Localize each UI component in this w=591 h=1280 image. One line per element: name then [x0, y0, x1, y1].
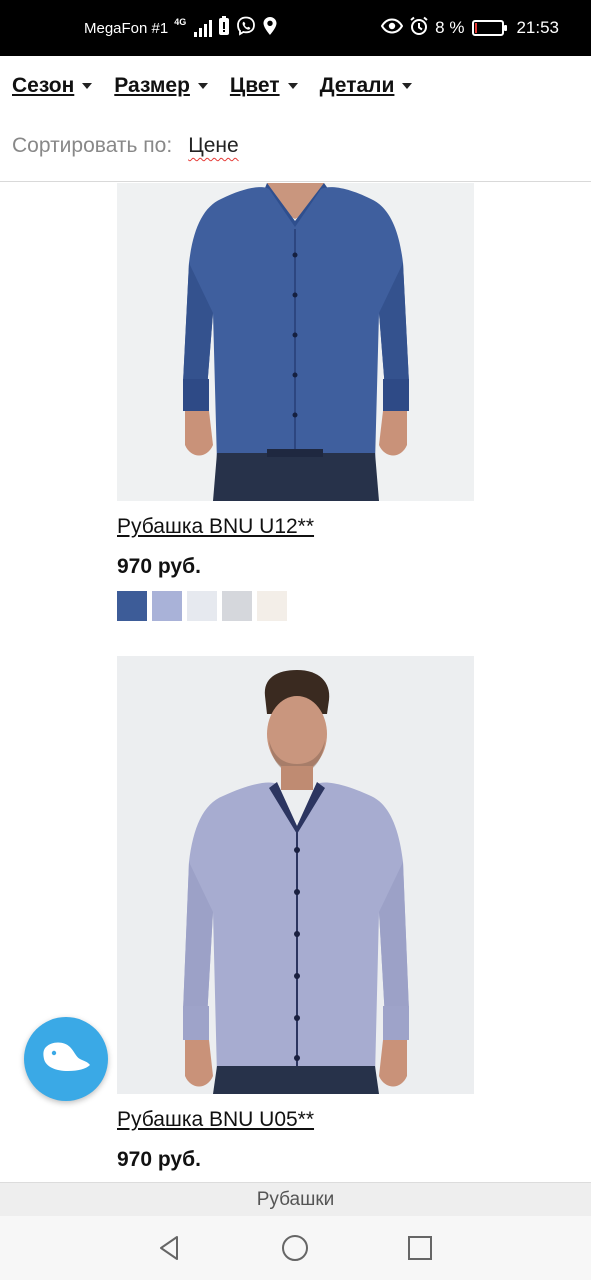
color-swatch[interactable]	[222, 591, 252, 621]
recents-icon	[408, 1236, 432, 1260]
filter-details-dropdown[interactable]: Детали	[320, 74, 413, 98]
filter-size-dropdown[interactable]: Размер	[114, 74, 208, 98]
caret-down-icon	[82, 83, 93, 89]
battery-icon	[472, 20, 508, 36]
sort-label: Сортировать по:	[12, 134, 173, 157]
filter-details-label: Детали	[319, 74, 395, 97]
filter-season-label: Сезон	[12, 74, 75, 97]
chat-bubble-icon	[43, 1042, 90, 1071]
battery-alert-icon	[218, 16, 230, 40]
product-name-link[interactable]: Рубашка BNU U12**	[117, 515, 474, 539]
category-label: Рубашки	[256, 1188, 335, 1210]
product-card: Рубашка BNU U05** 970 руб.	[117, 656, 474, 1182]
sort-by-price-link[interactable]: Цене	[188, 134, 239, 158]
product-price: 970 руб.	[117, 1148, 201, 1171]
color-swatch[interactable]	[152, 591, 182, 621]
back-button[interactable]	[151, 1230, 187, 1266]
sort-row: Сортировать по: Цене	[12, 134, 239, 158]
recents-button[interactable]	[402, 1230, 438, 1266]
color-swatch[interactable]	[187, 591, 217, 621]
filter-color-label: Цвет	[229, 74, 280, 97]
filter-size-label: Размер	[114, 74, 190, 97]
clock: 21:53	[516, 18, 559, 37]
signal-icon	[194, 19, 213, 37]
product-photo[interactable]	[117, 656, 474, 1094]
viber-icon	[236, 16, 256, 40]
filter-color-dropdown[interactable]: Цвет	[230, 74, 298, 98]
color-swatch[interactable]	[257, 591, 287, 621]
filter-season-dropdown[interactable]: Сезон	[12, 74, 93, 98]
status-left: MegaFon #1 4G	[84, 0, 278, 56]
eye-icon	[380, 17, 404, 39]
battery-percent: 8 %	[435, 18, 465, 37]
status-right: 8 % 21:53	[380, 0, 559, 56]
location-icon	[262, 16, 278, 40]
status-bar: MegaFon #1 4G 8 % 21:53	[0, 0, 591, 56]
caret-down-icon	[197, 83, 208, 89]
caret-down-icon	[287, 83, 298, 89]
product-card: Рубашка BNU U12** 970 руб.	[117, 183, 474, 621]
category-footer: Рубашки	[0, 1182, 591, 1216]
color-swatches	[117, 591, 474, 621]
filter-panel: Сезон Размер Цвет Детали Сортировать по:…	[0, 56, 591, 182]
home-button[interactable]	[277, 1230, 313, 1266]
home-icon	[282, 1235, 308, 1261]
alarm-icon	[409, 16, 429, 41]
system-navigation-bar	[0, 1216, 591, 1280]
product-photo[interactable]	[117, 183, 474, 501]
product-name-link[interactable]: Рубашка BNU U05**	[117, 1108, 474, 1132]
caret-down-icon	[402, 83, 413, 89]
chat-button[interactable]	[24, 1017, 108, 1101]
network-type: 4G	[174, 17, 187, 27]
filter-row: Сезон Размер Цвет Детали	[12, 74, 413, 98]
carrier-name: MegaFon #1	[84, 19, 169, 37]
product-price: 970 руб.	[117, 555, 201, 578]
back-icon	[160, 1236, 178, 1260]
color-swatch[interactable]	[117, 591, 147, 621]
shirt-photo-lavender	[117, 656, 474, 1094]
shirt-photo-blue	[117, 183, 474, 501]
